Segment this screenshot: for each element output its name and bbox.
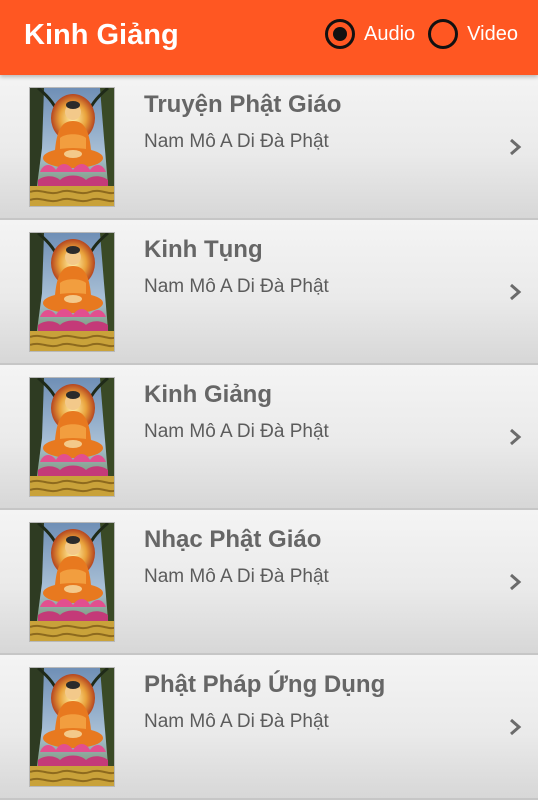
chevron-right-icon [510,138,522,156]
list-item-kinh-giang[interactable]: Kinh Giảng Nam Mô A Di Đà Phật [0,365,538,510]
chevron-right-icon [510,283,522,301]
list-item-title: Phật Pháp Ứng Dụng [144,671,386,698]
buddha-image [29,232,115,352]
audio-radio-button[interactable] [325,19,355,49]
list-item-nhac-phat-giao[interactable]: Nhạc Phật Giáo Nam Mô A Di Đà Phật [0,510,538,655]
video-radio-label: Video [467,23,518,45]
video-radio-option[interactable]: Video [428,19,518,49]
list-item-subtitle: Nam Mô A Di Đà Phật [144,421,329,442]
audio-radio-label: Audio [364,23,416,45]
list-item-title: Kinh Giảng [144,381,272,408]
app-title: Kinh Giảng [24,19,179,51]
list-item-phat-phap-ung-dung[interactable]: Phật Pháp Ứng Dụng Nam Mô A Di Đà Phật [0,655,538,800]
media-mode-selector: Audio Video [325,18,518,50]
list-item-title: Nhạc Phật Giáo [144,526,322,553]
list-item-title: Kinh Tụng [144,236,263,263]
buddha-image [29,87,115,207]
audio-radio-option[interactable]: Audio [325,19,415,49]
chevron-right-icon [510,428,522,446]
list-item-subtitle: Nam Mô A Di Đà Phật [144,276,329,297]
video-radio-button[interactable] [428,19,459,49]
list-item-subtitle: Nam Mô A Di Đà Phật [144,566,329,587]
category-list: Truyện Phật Giáo Nam Mô A Di Đà Phật Kin… [0,75,538,800]
app-bar: Kinh Giảng Audio Video [0,0,538,75]
chevron-right-icon [510,718,522,736]
buddha-image [29,667,115,787]
list-item-title: Truyện Phật Giáo [144,91,342,118]
list-item-subtitle: Nam Mô A Di Đà Phật [144,131,329,152]
buddha-image [29,377,115,497]
list-item-subtitle: Nam Mô A Di Đà Phật [144,711,329,732]
list-item-truyen-phat-giao[interactable]: Truyện Phật Giáo Nam Mô A Di Đà Phật [0,75,538,220]
list-item-kinh-tung[interactable]: Kinh Tụng Nam Mô A Di Đà Phật [0,220,538,365]
chevron-right-icon [510,573,522,591]
buddha-image [29,522,115,642]
